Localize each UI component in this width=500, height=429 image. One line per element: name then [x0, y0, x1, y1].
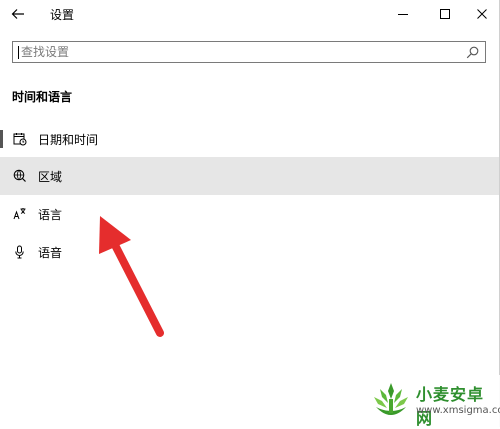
nav-item-label: 日期和时间 [38, 132, 99, 147]
title-bar: 设置 [0, 0, 500, 30]
selection-indicator [0, 130, 3, 148]
microphone-icon [12, 244, 28, 260]
nav-item-date-time[interactable]: 日期和时间 [0, 120, 500, 158]
search-input[interactable] [21, 44, 461, 60]
text-caret [18, 46, 19, 59]
globe-region-icon [12, 168, 28, 184]
nav-item-label: 语言 [38, 207, 63, 222]
watermark-url: www.xmsigma.com [416, 405, 500, 416]
nav-item-label: 区域 [38, 169, 63, 184]
close-button[interactable] [464, 2, 500, 26]
language-icon [12, 206, 28, 222]
nav-item-speech[interactable]: 语音 [0, 233, 500, 271]
minimize-button[interactable] [385, 2, 421, 26]
nav-item-language[interactable]: 语言 [0, 195, 500, 233]
search-box[interactable] [12, 41, 486, 63]
search-icon[interactable] [466, 46, 479, 59]
minimize-icon [398, 14, 408, 15]
calendar-clock-icon [12, 131, 28, 147]
nav-item-label: 语音 [38, 245, 63, 260]
back-arrow-icon [11, 9, 24, 19]
section-title: 时间和语言 [12, 90, 73, 104]
watermark-logo-icon [374, 383, 408, 415]
window-title: 设置 [50, 8, 75, 22]
maximize-button[interactable] [427, 2, 463, 26]
maximize-icon [440, 9, 450, 19]
settings-window: 设置 时间和语言 [0, 0, 500, 427]
nav-item-region[interactable]: 区域 [0, 157, 500, 195]
watermark: 小麦安卓网 www.xmsigma.com [368, 375, 500, 428]
back-button[interactable] [6, 4, 30, 24]
close-icon [477, 9, 487, 19]
